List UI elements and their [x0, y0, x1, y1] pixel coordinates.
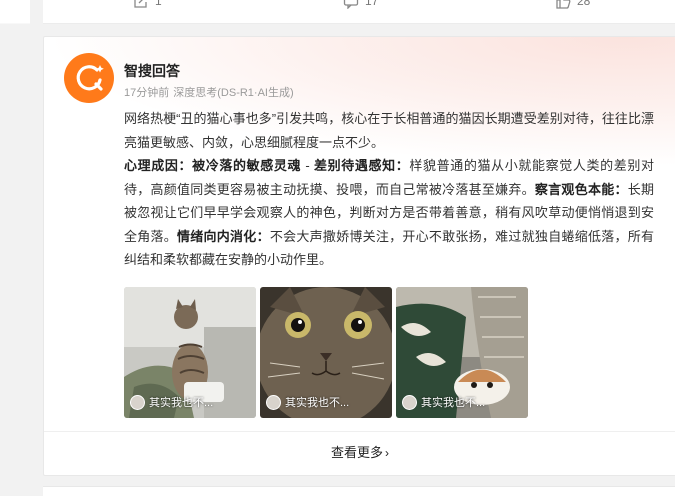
cat-image-thumbnail[interactable]: 其实我也不...	[260, 287, 392, 418]
zhisou-logo-avatar[interactable]	[64, 53, 114, 103]
thumbs-up-icon	[556, 0, 571, 9]
share-icon	[134, 0, 148, 8]
view-more-label: 查看更多	[330, 445, 383, 460]
point-heading-emotion: 情绪向内消化：	[177, 228, 270, 244]
author-avatar	[130, 394, 145, 410]
answer-meta: 17分钟前 深度思考(DS-R1·AI生成)	[124, 84, 294, 100]
author-avatar	[402, 394, 417, 410]
answer-intro: 网络热梗“丑的猫心事也多”引发共鸣，核心在于长相普通的猫因长期遭受差别对待，往往…	[124, 111, 654, 150]
point-heading-differential: 差别待遇感知：	[313, 158, 410, 173]
answer-mode: 深度思考(DS-R1·AI生成)	[173, 87, 294, 99]
answer-time: 17分钟前	[124, 87, 170, 99]
cat-image-thumbnail[interactable]: 其实我也不...	[396, 287, 528, 418]
comment-count: 17	[365, 0, 379, 8]
zhisou-search-icon	[76, 65, 104, 91]
like-count: 28	[577, 0, 591, 8]
cat-image-thumbnail[interactable]: 其实我也不...	[124, 287, 256, 418]
image-thumbnails: 其实我也不... 其实我也不... 其实我也不...	[124, 287, 528, 418]
author-avatar	[266, 394, 281, 410]
answer-text: 网络热梗“丑的猫心事也多”引发共鸣，核心在于长相普通的猫因长期遭受差别对待，往往…	[124, 107, 654, 272]
comment-icon	[343, 0, 359, 9]
card-divider	[44, 431, 675, 432]
comment-action[interactable]: 17	[343, 0, 378, 9]
point-heading-observation: 察言观色本能：	[534, 181, 628, 197]
chevron-right-icon: ›	[385, 446, 389, 460]
thumbnail-caption: 其实我也不...	[266, 394, 349, 410]
view-more-button[interactable]: 查看更多 ›	[44, 442, 675, 461]
section-heading-psych-cause: 心理成因：被冷落的敏感灵魂	[124, 158, 302, 173]
ai-answer-card: 智搜回答 17分钟前 深度思考(DS-R1·AI生成) 网络热梗“丑的猫心事也多”…	[43, 36, 675, 476]
like-action[interactable]: 28	[555, 0, 590, 9]
left-sidebar-edge	[0, 0, 30, 495]
share-count: 1	[155, 0, 162, 8]
heading-separator: -	[301, 158, 314, 173]
thumbnail-caption: 其实我也不...	[130, 394, 213, 410]
thumbnail-caption: 其实我也不...	[402, 394, 485, 410]
answer-source-title[interactable]: 智搜回答	[124, 61, 180, 81]
share-action[interactable]: 1	[133, 0, 162, 9]
previous-post-action-bar: 1 17 28	[43, 0, 675, 24]
